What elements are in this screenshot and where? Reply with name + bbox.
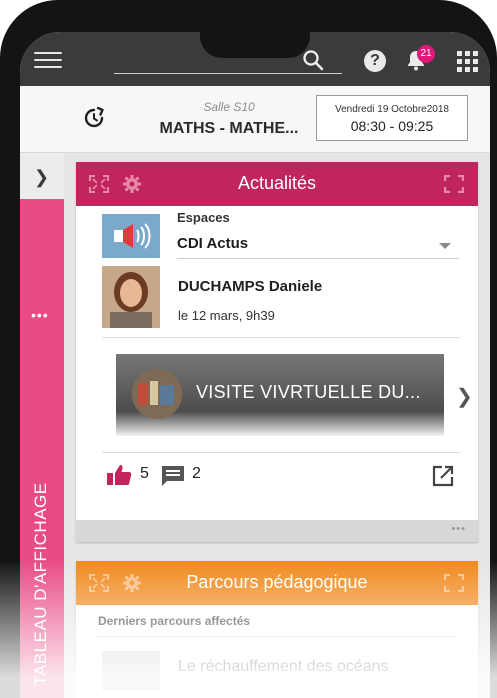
megaphone-icon — [102, 214, 160, 258]
chevron-down-icon[interactable] — [439, 243, 451, 249]
banner-thumbnail — [132, 369, 182, 419]
help-icon[interactable]: ? — [364, 50, 386, 72]
parcours-subtitle: Derniers parcours affectés — [98, 614, 251, 628]
parcours-title: Parcours pédagogique — [186, 572, 368, 592]
parcours-item-title[interactable]: Le réchauffement des océans — [178, 658, 389, 676]
more-options[interactable]: ••• — [451, 523, 466, 535]
parcours-thumbnail — [102, 651, 160, 691]
spaces-select[interactable]: CDI Actus — [177, 232, 459, 259]
thumbs-up-icon[interactable] — [106, 464, 132, 486]
main-area: Actualités Espaces CDI Actus DUCHAMPS Da… — [64, 153, 490, 698]
app-bar: ? 21 — [20, 32, 490, 86]
actualites-card: Actualités Espaces CDI Actus DUCHAMPS Da… — [76, 162, 478, 542]
actualites-title: Actualités — [237, 173, 317, 193]
card-footer: ••• — [76, 520, 478, 542]
external-link-icon[interactable] — [432, 465, 454, 487]
date-time-box[interactable]: Vendredi 19 Octobre2018 08:30 - 09:25 — [316, 95, 468, 141]
screen: ? 21 Salle S10 MATHS - MATHE... Vendredi… — [20, 32, 490, 698]
room-label: Salle S10 — [203, 100, 255, 114]
divider — [102, 452, 460, 453]
comments-count: 2 — [192, 465, 201, 482]
author-name: DUCHAMPS Daniele — [178, 278, 323, 295]
apps-grid-icon[interactable] — [457, 51, 478, 72]
banner-text: VISITE VIVRTUELLE DU... — [196, 382, 421, 402]
fullscreen-icon[interactable] — [444, 574, 464, 592]
phone-frame: ? 21 Salle S10 MATHS - MATHE... Vendredi… — [0, 0, 497, 698]
menu-icon[interactable] — [34, 52, 62, 70]
comment-icon[interactable] — [160, 465, 186, 487]
phone-notch — [200, 32, 310, 58]
spaces-label: Espaces — [177, 210, 230, 225]
actualites-header: Actualités — [76, 162, 478, 206]
rail-toggle[interactable]: ❯ — [20, 153, 65, 199]
notification-badge: 21 — [417, 45, 435, 63]
likes-count: 5 — [140, 465, 149, 482]
post-banner[interactable]: VISITE VIVRTUELLE DU... — [116, 354, 444, 436]
avatar — [102, 266, 160, 328]
post-date: le 12 mars, 9h39 — [178, 308, 275, 323]
search-input[interactable] — [114, 73, 342, 74]
parcours-header: Parcours pédagogique — [76, 561, 478, 605]
time-label: 08:30 - 09:25 — [350, 118, 434, 134]
divider — [98, 636, 458, 637]
refresh-icon[interactable] — [82, 106, 106, 130]
spaces-value: CDI Actus — [177, 235, 249, 252]
rail-label: TABLEAU D'AFFICHAGE — [31, 482, 50, 686]
date-label: Vendredi 19 Octobre2018 — [335, 104, 449, 115]
search-icon[interactable] — [302, 49, 324, 71]
rail-more-dots[interactable]: ••• — [31, 307, 49, 323]
side-rail[interactable]: ••• TABLEAU D'AFFICHAGE — [20, 199, 64, 698]
next-post-icon[interactable]: ❯ — [456, 384, 473, 409]
fullscreen-icon[interactable] — [444, 175, 464, 193]
parcours-card: Parcours pédagogique Derniers parcours a… — [76, 561, 478, 698]
divider — [102, 337, 460, 338]
class-bar: Salle S10 MATHS - MATHE... Vendredi 19 O… — [20, 86, 490, 153]
course-title[interactable]: MATHS - MATHE... — [140, 120, 318, 138]
chevron-right-icon[interactable]: ❯ — [34, 167, 49, 188]
